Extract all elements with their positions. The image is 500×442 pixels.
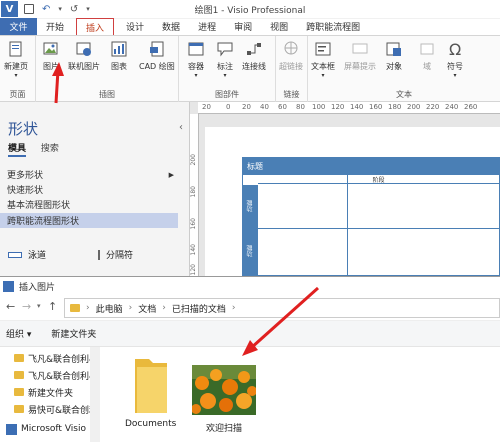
arrow-to-thumbnail [249,286,320,350]
annotation-arrows [52,62,320,356]
arrowhead-icon [52,62,64,76]
